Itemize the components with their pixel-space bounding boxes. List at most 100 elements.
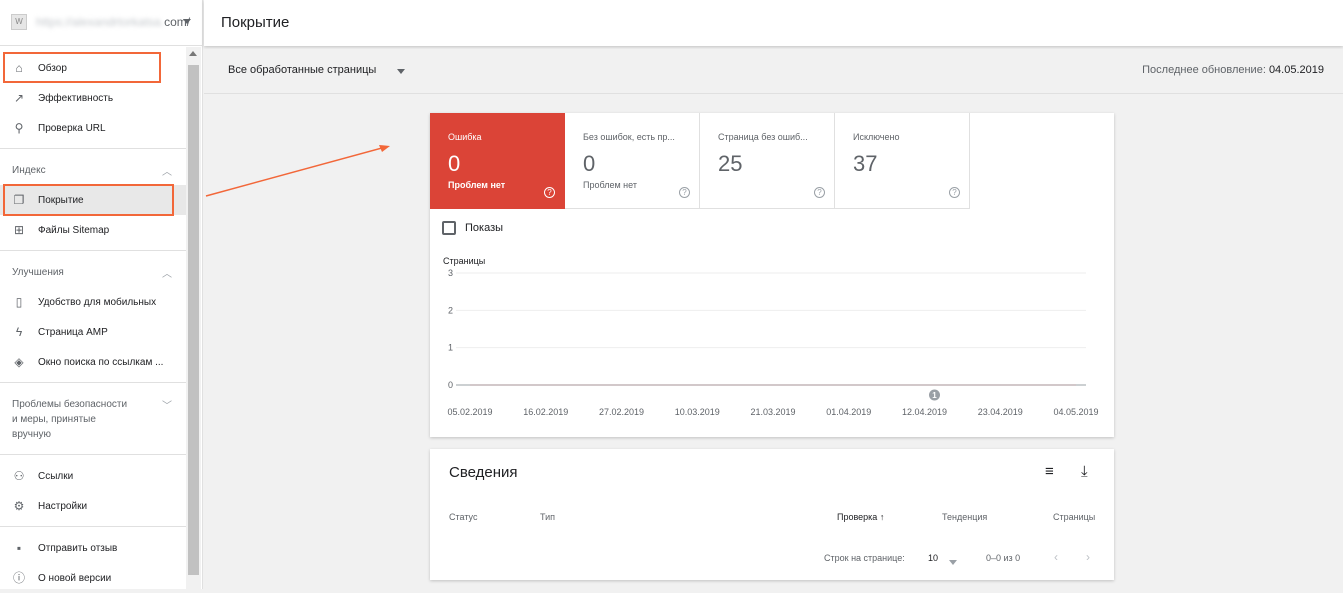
tile-name: Ошибка: [448, 132, 482, 142]
sidebar-item-performance[interactable]: ↗ Эффективность: [0, 83, 186, 113]
column-status[interactable]: Статус: [449, 512, 477, 522]
sidebar-item-label: Проверка URL: [38, 122, 106, 134]
property-url: https://alexandrtorkatsa.com/: [36, 15, 191, 29]
download-icon[interactable]: ⤓: [1081, 463, 1088, 480]
tile-sub: Проблем нет: [583, 180, 637, 190]
x-tick-label: 16.02.2019: [523, 407, 568, 417]
sidebar-item-label: О новой версии: [38, 572, 112, 584]
pages-filter-select[interactable]: Все обработанные страницы: [228, 64, 376, 76]
tile-valid[interactable]: Страница без ошиб... 25 ?: [700, 113, 835, 209]
divider: [0, 250, 186, 251]
sort-arrow-icon: ↑: [879, 512, 885, 522]
section-title-security-1: Проблемы безопасности: [12, 399, 128, 410]
sidebar-item-label: Настройки: [38, 500, 88, 512]
chevron-up-icon[interactable]: ︿: [162, 163, 172, 178]
coverage-chart: Страницы 3 2 1 0 05.02.2019 16.02.2019 27.02.20…: [443, 256, 1099, 417]
sidebar-item-label: Отправить отзыв: [38, 542, 118, 554]
sidebar-scrollbar[interactable]: [186, 47, 201, 589]
last-update: Последнее обновление: 04.05.2019: [1142, 64, 1324, 76]
x-tick-label: 05.02.2019: [447, 407, 492, 417]
links-icon: ⚇: [13, 469, 25, 483]
help-icon[interactable]: ?: [949, 187, 960, 198]
tile-name: Исключено: [853, 132, 900, 142]
sidebar-item-label: Ссылки: [38, 470, 74, 482]
section-title-security-2: и меры, принятые: [12, 414, 96, 425]
section-title-index: Индекс: [12, 165, 46, 176]
sidebar-item-coverage[interactable]: ❐ Покрытие: [0, 185, 186, 215]
divider: [0, 148, 186, 149]
property-selector[interactable]: W https://alexandrtorkatsa.com/: [0, 0, 203, 46]
coverage-summary-card: Ошибка 0 Проблем нет ? Без ошибок, есть …: [430, 113, 1114, 437]
help-icon[interactable]: ?: [679, 187, 690, 198]
sidebar-item-label: Обзор: [38, 62, 67, 74]
sidebar-item-mobile[interactable]: ▯ Удобство для мобильных: [0, 287, 186, 317]
status-tiles: Ошибка 0 Проблем нет ? Без ошибок, есть …: [430, 113, 970, 209]
x-tick-label: 23.04.2019: [978, 407, 1023, 417]
column-type[interactable]: Тип: [540, 512, 555, 522]
divider: [0, 454, 186, 455]
impressions-checkbox[interactable]: [442, 221, 456, 235]
chevron-down-icon[interactable]: [183, 19, 191, 24]
column-pages[interactable]: Страницы: [1053, 512, 1095, 522]
top-bar: Покрытие: [204, 0, 1343, 46]
tile-error[interactable]: Ошибка 0 Проблем нет ?: [430, 113, 565, 209]
page-range: 0–0 из 0: [986, 553, 1021, 563]
prev-page-icon[interactable]: ‹: [1054, 550, 1058, 564]
info-icon: ⓘ: [12, 571, 25, 585]
sidebar-item-sitemaps[interactable]: ⊞ Файлы Sitemap: [0, 215, 186, 245]
tile-value: 25: [718, 151, 743, 176]
tile-name: Страница без ошиб...: [718, 132, 808, 142]
chevron-down-icon[interactable]: [397, 69, 405, 74]
impressions-toggle[interactable]: Показы: [442, 221, 503, 235]
sidebar-item-label: Удобство для мобильных: [38, 296, 157, 308]
sidebar-item-url-inspection[interactable]: ⚲ Проверка URL: [0, 113, 186, 143]
sidebar-item-amp[interactable]: ϟ Страница AMP: [0, 317, 186, 347]
phone-icon: ▯: [15, 295, 23, 309]
x-tick-label: 21.03.2019: [750, 407, 795, 417]
tile-name: Без ошибок, есть пр...: [583, 132, 675, 142]
y-tick-label: 3: [448, 268, 453, 278]
rows-per-page-select[interactable]: 10: [928, 553, 938, 563]
gear-icon: ⚙: [13, 499, 25, 513]
sidebar-item-label: Покрытие: [38, 194, 84, 206]
feedback-icon: ▪: [16, 541, 22, 555]
filter-icon[interactable]: ≡: [1045, 463, 1054, 480]
chevron-down-icon[interactable]: [949, 560, 957, 565]
bolt-icon: ϟ: [15, 325, 23, 339]
home-icon: ⌂: [15, 61, 23, 75]
rows-per-page-label: Строк на странице:: [824, 553, 905, 563]
sidebar-item-label: Файлы Sitemap: [38, 224, 110, 236]
x-tick-label: 10.03.2019: [675, 407, 720, 417]
chevron-down-icon[interactable]: ﹀: [162, 397, 172, 412]
y-axis-label: Страницы: [443, 256, 485, 266]
tile-value: 0: [448, 151, 461, 176]
filter-bar: Все обработанные страницы Последнее обно…: [204, 49, 1343, 94]
column-trend[interactable]: Тенденция: [942, 512, 987, 522]
sidebar-item-settings[interactable]: ⚙ Настройки: [0, 491, 186, 521]
page-title: Покрытие: [221, 14, 290, 31]
scroll-up-icon[interactable]: [189, 51, 197, 56]
sidebar-item-overview[interactable]: ⌂ Обзор: [0, 53, 186, 83]
help-icon[interactable]: ?: [814, 187, 825, 198]
y-tick-label: 2: [448, 305, 453, 315]
tile-excluded[interactable]: Исключено 37 ?: [835, 113, 970, 209]
x-tick-label: 27.02.2019: [599, 407, 644, 417]
sidebar-item-links[interactable]: ⚇ Ссылки: [0, 461, 186, 491]
arrow-line: [205, 147, 383, 197]
sidebar-item-label: Окно поиска по ссылкам ...: [38, 356, 164, 368]
sidebar-item-sitelinks[interactable]: ◈ Окно поиска по ссылкам ...: [0, 347, 186, 377]
help-icon[interactable]: ?: [544, 187, 555, 198]
search-icon: ⚲: [14, 121, 24, 135]
copy-pages-icon: ❐: [13, 193, 25, 207]
sidebar-item-feedback[interactable]: ▪ Отправить отзыв: [0, 533, 186, 563]
details-title: Сведения: [449, 464, 518, 481]
tile-value: 0: [583, 151, 596, 176]
divider: [0, 382, 186, 383]
column-check[interactable]: Проверка ↑: [837, 512, 884, 522]
chevron-up-icon[interactable]: ︿: [162, 265, 172, 280]
scrollbar-thumb[interactable]: [188, 65, 199, 575]
y-tick-label: 1: [448, 343, 453, 353]
layers-icon: ◈: [14, 355, 24, 369]
next-page-icon[interactable]: ›: [1086, 550, 1090, 564]
tile-valid-with-warnings[interactable]: Без ошибок, есть пр... 0 Проблем нет ?: [565, 113, 700, 209]
